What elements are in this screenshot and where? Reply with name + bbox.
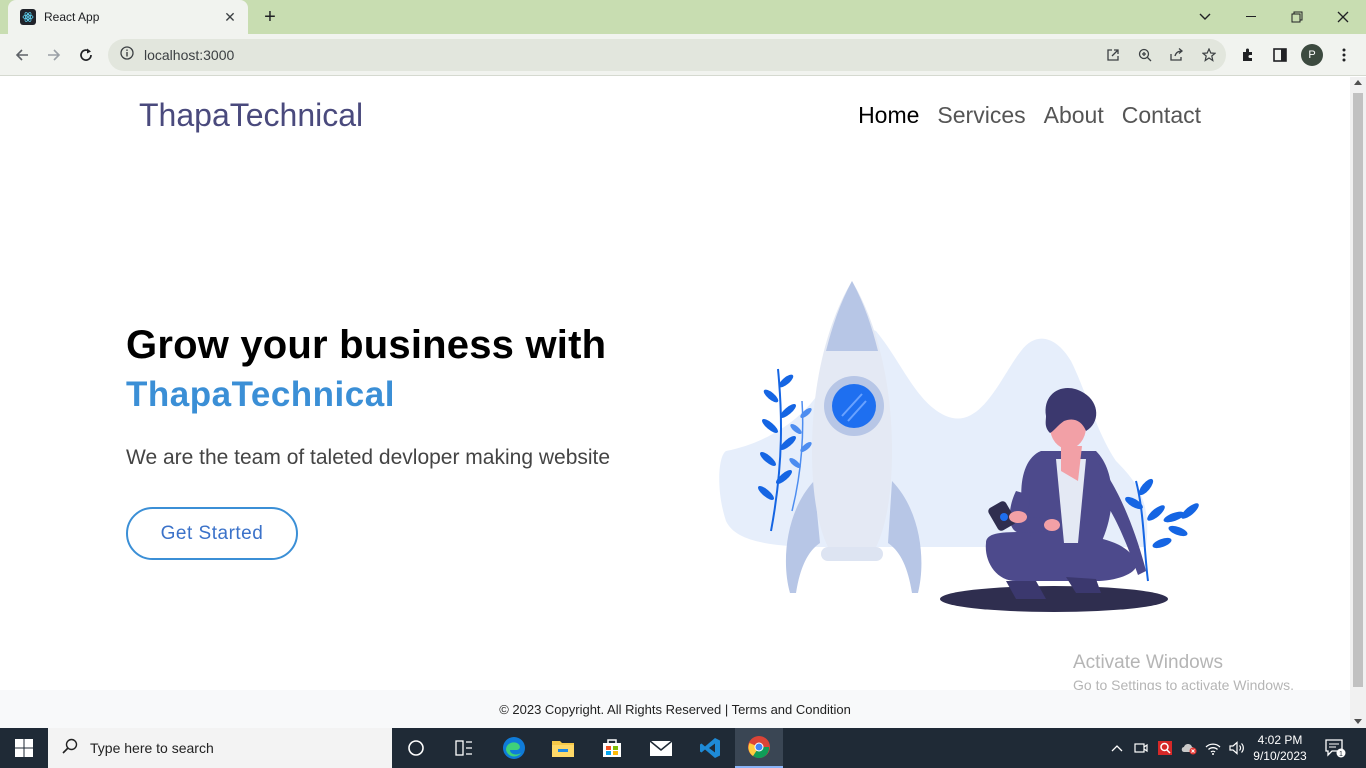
search-placeholder: Type here to search (90, 740, 214, 756)
nav-services[interactable]: Services (937, 102, 1025, 129)
close-window-button[interactable] (1320, 0, 1366, 34)
minimize-button[interactable] (1228, 0, 1274, 34)
site-info-icon[interactable] (120, 45, 134, 65)
share-icon[interactable] (1168, 46, 1186, 64)
footer-text: © 2023 Copyright. All Rights Reserved | … (499, 701, 851, 717)
react-favicon-icon (20, 9, 36, 25)
chrome-icon[interactable] (735, 728, 783, 768)
clock-time: 4:02 PM (1257, 733, 1303, 747)
page-footer: © 2023 Copyright. All Rights Reserved | … (0, 690, 1350, 728)
windows-taskbar: Type here to search 4:02 PM 9/10/2023 1 (0, 728, 1366, 768)
mail-icon[interactable] (637, 728, 685, 768)
microsoft-store-icon[interactable] (588, 728, 636, 768)
hero-subtitle: We are the team of taleted devloper maki… (126, 446, 611, 469)
scroll-down-icon[interactable] (1354, 719, 1362, 724)
antivirus-icon[interactable] (1156, 728, 1174, 768)
onedrive-error-icon[interactable] (1180, 728, 1198, 768)
site-logo[interactable]: ThapaTechnical (139, 97, 363, 134)
restore-button[interactable] (1274, 0, 1320, 34)
taskbar-search-input[interactable]: Type here to search (48, 728, 392, 768)
tab-close-icon[interactable]: ✕ (222, 9, 238, 26)
hero-brand: ThapaTechnical (126, 375, 395, 414)
show-hidden-icons-chevron-icon[interactable] (1108, 728, 1126, 768)
task-view-icon[interactable] (440, 728, 488, 768)
profile-avatar[interactable]: P (1301, 44, 1323, 66)
vscode-icon[interactable] (686, 728, 734, 768)
main-nav: Home Services About Contact (858, 102, 1201, 129)
browser-toolbar: localhost:3000 P (0, 34, 1366, 76)
meet-now-icon[interactable] (1132, 728, 1150, 768)
extensions-puzzle-icon[interactable] (1237, 44, 1259, 66)
taskbar-clock[interactable]: 4:02 PM 9/10/2023 (1250, 732, 1310, 764)
volume-icon[interactable] (1228, 728, 1246, 768)
browser-menu-icon[interactable] (1333, 44, 1355, 66)
bookmark-star-icon[interactable] (1200, 46, 1218, 64)
web-page: ThapaTechnical Home Services About Conta… (0, 77, 1350, 728)
notification-center-icon[interactable]: 1 (1320, 728, 1350, 768)
zoom-icon[interactable] (1136, 46, 1154, 64)
browser-tab[interactable]: React App ✕ (8, 0, 248, 34)
rocket-launch-illustration (719, 281, 1199, 612)
edge-browser-icon[interactable] (490, 728, 538, 768)
search-icon (62, 738, 78, 759)
nav-home[interactable]: Home (858, 102, 919, 129)
forward-arrow-icon[interactable] (42, 43, 66, 67)
browser-tabstrip: React App ✕ + (0, 0, 1366, 34)
get-started-button[interactable]: Get Started (126, 507, 298, 560)
reload-icon[interactable] (74, 43, 98, 67)
address-bar[interactable]: localhost:3000 (108, 39, 1226, 71)
scroll-thumb[interactable] (1353, 93, 1363, 687)
notification-count: 1 (1339, 751, 1343, 758)
page-scrollbar[interactable] (1350, 77, 1366, 728)
new-tab-button[interactable]: + (258, 6, 282, 28)
tab-search-button[interactable] (1182, 0, 1228, 34)
windows-start-icon[interactable] (0, 728, 48, 768)
nav-contact[interactable]: Contact (1122, 102, 1201, 129)
wifi-icon[interactable] (1204, 728, 1222, 768)
scroll-up-icon[interactable] (1354, 80, 1362, 85)
back-arrow-icon[interactable] (10, 43, 34, 67)
tab-title: React App (44, 10, 100, 24)
url-text: localhost:3000 (144, 47, 235, 63)
nav-about[interactable]: About (1044, 102, 1104, 129)
cortana-icon[interactable] (392, 728, 440, 768)
side-panel-icon[interactable] (1269, 44, 1291, 66)
clock-date: 9/10/2023 (1253, 749, 1307, 763)
hero-title: Grow your business with (126, 323, 607, 367)
activate-windows-title: Activate Windows (1073, 652, 1223, 673)
open-in-app-icon[interactable] (1104, 46, 1122, 64)
file-explorer-icon[interactable] (539, 728, 587, 768)
